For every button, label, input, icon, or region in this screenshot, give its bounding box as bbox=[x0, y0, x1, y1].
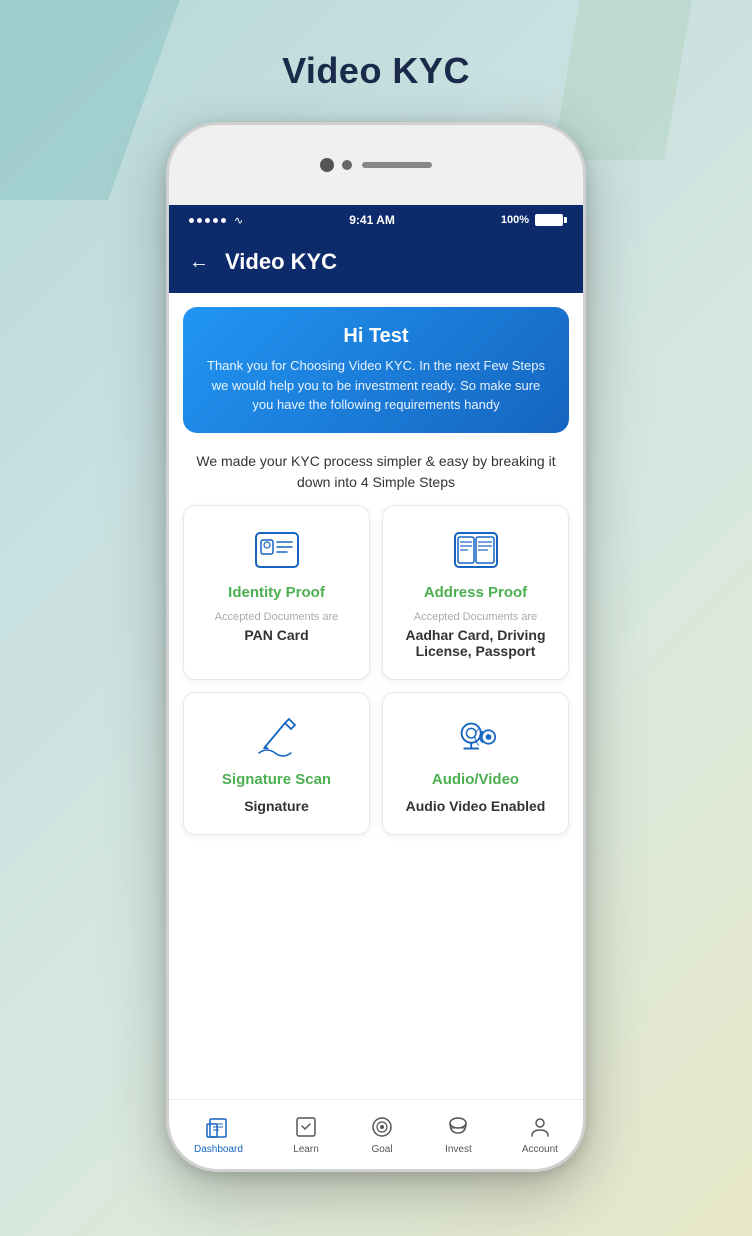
identity-proof-docs-value: PAN Card bbox=[244, 627, 308, 643]
phone-notch bbox=[169, 125, 583, 205]
nav-learn-label: Learn bbox=[293, 1144, 319, 1155]
audio-video-card[interactable]: Audio/Video Audio Video Enabled bbox=[382, 692, 569, 835]
header-title: Video KYC bbox=[225, 249, 337, 275]
audio-video-title: Audio/Video bbox=[432, 771, 519, 788]
welcome-greeting: Hi Test bbox=[203, 325, 549, 348]
nav-goal[interactable]: Goal bbox=[369, 1114, 395, 1155]
nav-learn[interactable]: Learn bbox=[293, 1114, 319, 1155]
camera-area bbox=[342, 160, 432, 170]
account-icon bbox=[527, 1114, 553, 1140]
identity-proof-card[interactable]: Identity Proof Accepted Documents are PA… bbox=[183, 505, 370, 680]
status-right: 100% bbox=[501, 214, 563, 226]
welcome-banner: Hi Test Thank you for Choosing Video KYC… bbox=[183, 307, 569, 433]
status-left: ∿ bbox=[189, 214, 243, 227]
status-time: 9:41 AM bbox=[349, 213, 395, 227]
audio-video-docs-value: Audio Video Enabled bbox=[406, 798, 546, 814]
signal-dots bbox=[189, 218, 226, 223]
goal-icon bbox=[369, 1114, 395, 1140]
nav-account-label: Account bbox=[522, 1144, 558, 1155]
address-proof-title: Address Proof bbox=[424, 584, 527, 601]
identity-proof-docs-label: Accepted Documents are bbox=[215, 611, 339, 623]
app-header: ← Video KYC bbox=[169, 235, 583, 293]
signature-scan-card[interactable]: Signature Scan Signature bbox=[183, 692, 370, 835]
back-button[interactable]: ← bbox=[189, 251, 209, 274]
nav-invest[interactable]: Invest bbox=[445, 1114, 472, 1155]
audio-video-icon bbox=[452, 713, 500, 761]
invest-icon bbox=[445, 1114, 471, 1140]
nav-account[interactable]: Account bbox=[522, 1114, 558, 1155]
status-bar: ∿ 9:41 AM 100% bbox=[169, 205, 583, 235]
address-proof-icon bbox=[452, 526, 500, 574]
nav-goal-label: Goal bbox=[371, 1144, 392, 1155]
front-camera bbox=[320, 158, 334, 172]
nav-invest-label: Invest bbox=[445, 1144, 472, 1155]
nav-dashboard[interactable]: Dashboard bbox=[194, 1114, 243, 1155]
battery-percent: 100% bbox=[501, 214, 529, 226]
signature-scan-icon bbox=[253, 713, 301, 761]
dashboard-icon bbox=[205, 1114, 231, 1140]
nav-dashboard-label: Dashboard bbox=[194, 1144, 243, 1155]
signature-scan-title: Signature Scan bbox=[222, 771, 331, 788]
speaker-bar bbox=[362, 162, 432, 168]
welcome-description: Thank you for Choosing Video KYC. In the… bbox=[203, 356, 549, 415]
signature-scan-docs-value: Signature bbox=[244, 798, 309, 814]
address-proof-docs-value: Aadhar Card, Driving License, Passport bbox=[397, 627, 554, 659]
battery-icon bbox=[535, 214, 563, 226]
kyc-cards-grid: Identity Proof Accepted Documents are PA… bbox=[169, 505, 583, 835]
identity-proof-title: Identity Proof bbox=[228, 584, 325, 601]
phone-screen: ∿ 9:41 AM 100% ← Video KYC Hi Test Thank… bbox=[169, 205, 583, 1169]
bottom-nav: Dashboard Learn bbox=[169, 1099, 583, 1169]
wifi-icon: ∿ bbox=[234, 214, 243, 227]
steps-description: We made your KYC process simpler & easy … bbox=[169, 433, 583, 505]
address-proof-card[interactable]: Address Proof Accepted Documents are Aad… bbox=[382, 505, 569, 680]
address-proof-docs-label: Accepted Documents are bbox=[414, 611, 538, 623]
phone-frame: ∿ 9:41 AM 100% ← Video KYC Hi Test Thank… bbox=[166, 122, 586, 1172]
camera-dot bbox=[342, 160, 352, 170]
bg-decoration-left bbox=[0, 0, 180, 200]
page-title: Video KYC bbox=[282, 50, 470, 92]
identity-proof-icon bbox=[253, 526, 301, 574]
learn-icon bbox=[293, 1114, 319, 1140]
